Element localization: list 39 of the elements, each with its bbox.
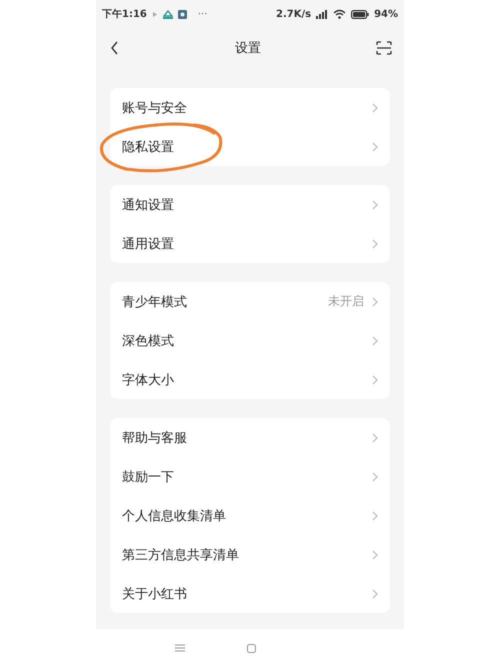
settings-row[interactable]: 第三方信息共享清单 xyxy=(110,535,390,574)
chevron-icon xyxy=(372,432,378,442)
settings-row[interactable]: 个人信息收集清单 xyxy=(110,496,390,535)
more-notifications: ··· xyxy=(198,8,208,20)
settings-row[interactable]: 关于小红书 xyxy=(110,574,390,613)
settings-row[interactable]: 通知设置 xyxy=(110,185,390,224)
chevron-icon xyxy=(372,142,378,152)
chevron-icon xyxy=(372,238,378,248)
app-icon xyxy=(178,10,187,18)
home-icon[interactable] xyxy=(246,644,256,652)
battery-icon xyxy=(351,10,370,18)
settings-row[interactable]: 鼓励一下 xyxy=(110,457,390,496)
chevron-icon xyxy=(372,102,378,112)
chevron-icon xyxy=(372,588,378,598)
settings-row[interactable]: 帮助与客服 xyxy=(110,418,390,457)
settings-row[interactable]: 字体大小 xyxy=(110,360,390,399)
scan-icon[interactable] xyxy=(376,41,392,55)
settings-row[interactable]: 通用设置 xyxy=(110,224,390,263)
chevron-icon xyxy=(372,550,378,560)
menu-icon[interactable] xyxy=(174,644,184,652)
settings-row[interactable]: 隐私设置 xyxy=(110,127,390,166)
signal-icon xyxy=(316,10,328,18)
chevron-icon xyxy=(372,472,378,482)
settings-row[interactable]: 青少年模式 未开启 xyxy=(110,282,390,321)
chevron-icon xyxy=(372,510,378,520)
setting-value: 未开启 xyxy=(328,293,364,310)
battery-percent: 94% xyxy=(374,8,398,20)
back-icon[interactable] xyxy=(110,41,120,55)
network-speed: 2.7K/s xyxy=(276,8,312,20)
chevron-icon xyxy=(372,296,378,306)
play-icon xyxy=(152,10,158,18)
settings-row[interactable]: 深色模式 xyxy=(110,321,390,360)
settings-row[interactable]: 账号与安全 xyxy=(110,88,390,127)
chevron-icon xyxy=(372,374,378,384)
wifi-icon xyxy=(333,9,346,19)
page-title: 设置 xyxy=(235,40,261,57)
status-time: 下午1:16 xyxy=(102,8,147,21)
chevron-icon xyxy=(372,200,378,210)
chevron-icon xyxy=(372,336,378,346)
